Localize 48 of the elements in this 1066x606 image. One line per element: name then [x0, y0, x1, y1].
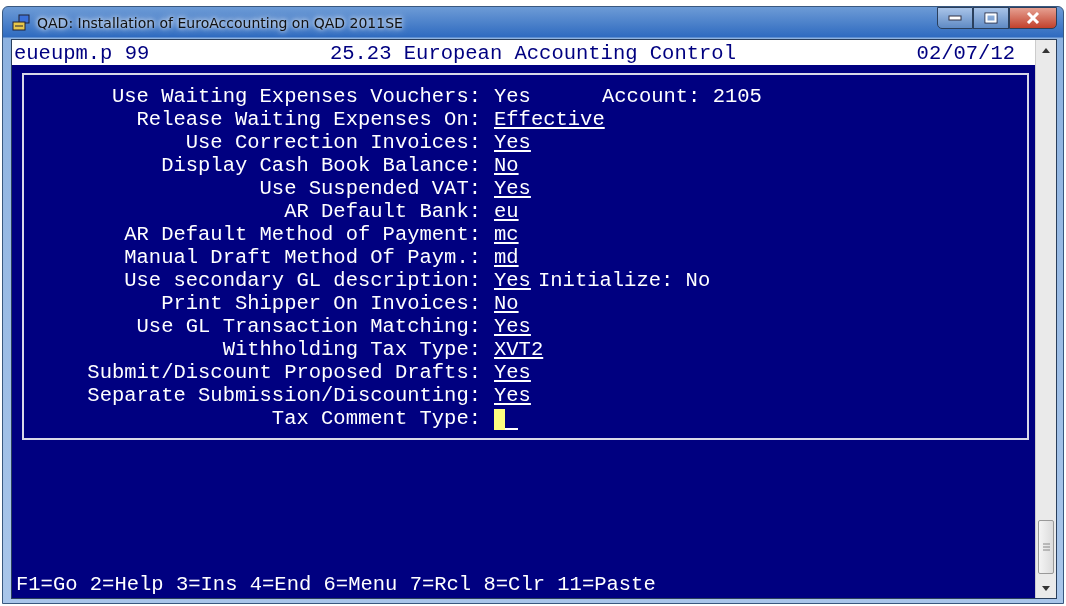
field-label: Display Cash Book Balance:: [160, 154, 481, 177]
input-field[interactable]: Yes: [494, 384, 532, 407]
grip-icon: [1042, 543, 1050, 551]
field-label: Use Suspended VAT:: [258, 177, 481, 200]
input-field[interactable]: Yes: [494, 361, 532, 384]
field-label: Tax Comment Type:: [270, 407, 481, 430]
scrollbar[interactable]: [1035, 40, 1056, 598]
minimize-icon: [948, 15, 962, 21]
input-field[interactable]: Effective: [494, 108, 605, 131]
field-value: Account: 2105: [602, 85, 762, 108]
field-label: Print Shipper On Invoices:: [160, 292, 481, 315]
app-icon: [11, 14, 31, 32]
maximize-button[interactable]: [973, 7, 1009, 29]
screen-title: 25.23 European Accounting Control: [329, 42, 736, 65]
input-field[interactable]: Yes: [494, 131, 532, 154]
field-label: AR Default Method of Payment:: [123, 223, 481, 246]
close-icon: [1026, 12, 1040, 24]
program-name: eueupm.p 99: [14, 42, 150, 65]
input-field[interactable]: XVT2: [494, 338, 544, 361]
input-field[interactable]: Yes: [494, 177, 532, 200]
field-value: Yes: [494, 85, 532, 108]
field-label: Use Correction Invoices:: [184, 131, 481, 154]
input-field[interactable]: No: [494, 292, 532, 315]
input-field[interactable]: mc: [494, 223, 532, 246]
field-label: AR Default Bank:: [283, 200, 481, 223]
input-field[interactable]: eu: [494, 200, 532, 223]
field-label: Use secondary GL description:: [123, 269, 481, 292]
screen-date: 02/07/12: [916, 42, 1015, 65]
minimize-button[interactable]: [937, 7, 973, 29]
field-label: Submit/Discount Proposed Drafts:: [86, 361, 481, 384]
maximize-icon: [984, 12, 998, 24]
input-field[interactable]: No: [494, 154, 532, 177]
close-button[interactable]: [1009, 7, 1057, 29]
field-label: Manual Draft Method Of Paym.:: [123, 246, 481, 269]
field-value: Initialize: No: [538, 269, 711, 292]
field-label: Use GL Transaction Matching:: [135, 315, 481, 338]
scroll-up-icon[interactable]: [1042, 47, 1050, 53]
field-label: Separate Submission/Discounting:: [86, 384, 481, 407]
function-key-hints: F1=Go 2=Help 3=Ins 4=End 6=Menu 7=Rcl 8=Clr 11=Paste: [15, 573, 657, 598]
window-title: QAD: Installation of EuroAccounting on QAD 2011SE: [37, 15, 404, 31]
input-field[interactable]: Yes: [494, 315, 532, 338]
input-field[interactable]: Yes: [494, 269, 532, 292]
field-label: Release Waiting Expenses On:: [135, 108, 481, 131]
input-field[interactable]: md: [494, 246, 532, 269]
scroll-down-icon[interactable]: [1042, 585, 1050, 591]
field-label: Withholding Tax Type:: [221, 338, 481, 361]
input-field[interactable]: [494, 407, 518, 430]
field-label: Use Waiting Expenses Vouchers:: [110, 85, 481, 108]
